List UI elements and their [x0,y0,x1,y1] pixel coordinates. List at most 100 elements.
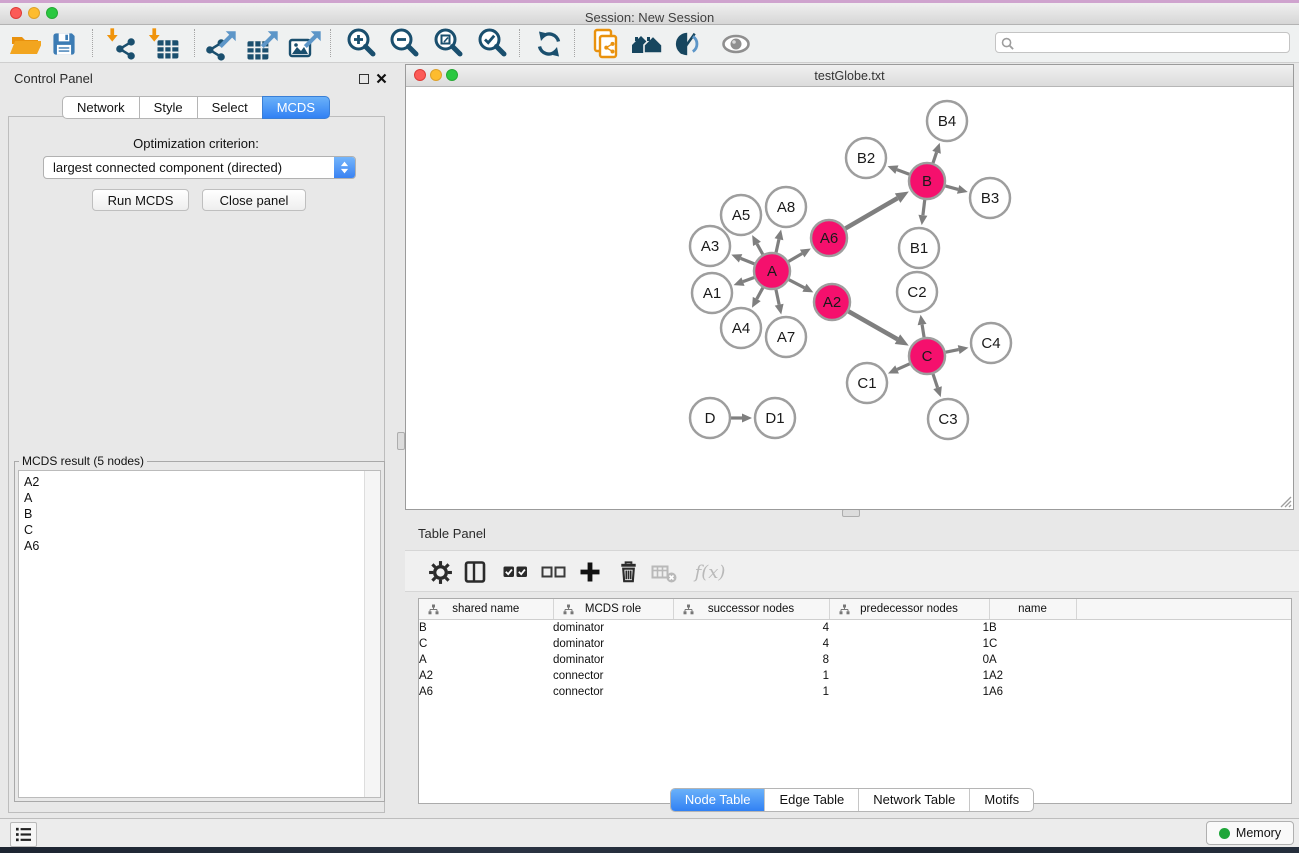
export-network-button[interactable] [202,28,236,60]
search-input[interactable] [1016,34,1288,53]
function-builder-button[interactable]: f(x) [690,558,730,586]
control-tab-select[interactable]: Select [197,96,263,119]
table-row[interactable]: Bdominator41B [419,620,1292,637]
table-cell: C [989,636,1076,652]
close-panel-icon[interactable] [376,73,387,84]
mcds-result-item[interactable]: A2 [19,474,364,490]
table-row[interactable]: Adominator80A [419,652,1292,668]
graph-node-label: A7 [777,329,795,346]
edge-arrowhead-icon [775,304,784,315]
edge-arrowhead-icon [734,277,745,285]
mcds-result-item[interactable]: A6 [19,538,364,554]
list-icon [15,827,32,842]
criterion-dropdown[interactable]: largest connected component (directed) [43,156,356,179]
column-header-MCDS-role[interactable]: MCDS role [553,599,673,620]
tab-motifs[interactable]: Motifs [969,789,1033,811]
graph-edge[interactable] [946,350,959,353]
delete-table-button[interactable] [650,558,678,586]
open-session-button[interactable] [8,28,42,60]
edge-arrowhead-icon [958,345,969,354]
toolbar-separator [519,29,520,57]
graph-edge[interactable] [923,200,925,215]
graph-edge[interactable] [897,170,909,175]
control-tab-mcds[interactable]: MCDS [262,96,330,119]
graph-edge[interactable] [757,288,763,299]
graph-edge[interactable] [845,198,897,228]
vertical-splitter-handle[interactable] [397,432,405,450]
column-header-predecessor-nodes[interactable]: predecessor nodes [829,599,989,620]
float-panel-icon[interactable] [359,74,369,84]
graph-edge[interactable] [776,290,779,305]
table-cell: 1 [829,684,989,700]
search-field[interactable] [995,32,1290,53]
graph-edge[interactable] [945,186,958,189]
graph-edge[interactable] [741,258,755,264]
delete-column-button[interactable] [614,558,642,586]
graph-edge[interactable] [789,280,805,288]
table-row[interactable]: A6connector11A6 [419,684,1292,700]
table-cell: connector [553,684,673,700]
home-button[interactable] [630,28,664,60]
control-tab-network[interactable]: Network [62,96,140,119]
function-builder-icon: f(x) [695,562,726,583]
control-tab-style[interactable]: Style [139,96,198,119]
graph-edge[interactable] [788,254,802,262]
column-header-successor-nodes[interactable]: successor nodes [673,599,829,620]
table-cell: dominator [553,620,673,637]
column-header-shared-name[interactable]: shared name [419,599,553,620]
show-columns-button[interactable] [461,558,489,586]
graphics-details-button[interactable] [673,28,707,60]
task-history-button[interactable] [10,822,37,847]
scrollbar-track[interactable] [364,471,380,797]
graph-edge[interactable] [933,152,937,163]
mcds-result-item[interactable]: B [19,506,364,522]
resize-grip-icon[interactable] [1279,495,1292,508]
select-all-button[interactable] [501,558,529,586]
tab-network-table[interactable]: Network Table [858,789,969,811]
table-row[interactable]: Cdominator41C [419,636,1292,652]
graph-node-label: A1 [703,285,721,302]
zoom-out-button[interactable] [388,28,422,60]
node-table[interactable]: shared nameMCDS rolesuccessor nodesprede… [418,598,1292,804]
mcds-result-list[interactable]: A2ABCA6 [18,470,381,798]
edge-arrowhead-icon [918,315,927,326]
network-canvas[interactable]: AA1A2A3A4A5A6A7A8BB1B2B3B4CC1C2C3C4DD1 [406,87,1293,509]
tab-node-table[interactable]: Node Table [671,789,765,811]
graph-edge[interactable] [933,374,938,388]
graph-edge[interactable] [776,239,779,252]
column-header-name[interactable]: name [989,599,1076,620]
clone-network-button[interactable] [589,28,623,60]
graph-edge[interactable] [757,244,763,255]
deselect-all-button[interactable] [539,558,567,586]
mcds-result-item[interactable]: C [19,522,364,538]
run-mcds-button[interactable]: Run MCDS [92,189,189,211]
import-table-button[interactable] [146,28,180,60]
save-session-button[interactable] [47,28,81,60]
tab-edge-table[interactable]: Edge Table [764,789,858,811]
graph-edge[interactable] [922,325,924,338]
refresh-button[interactable] [532,28,566,60]
import-network-button[interactable] [104,28,138,60]
memory-button[interactable]: Memory [1206,821,1294,845]
export-image-button[interactable] [287,28,321,60]
table-cell: 1 [673,684,829,700]
graph-node-label: A [767,263,777,280]
export-table-button[interactable] [244,28,278,60]
table-row[interactable]: A2connector11A2 [419,668,1292,684]
graph-edge[interactable] [849,311,898,339]
graph-edge[interactable] [897,364,910,370]
graph-edge[interactable] [743,278,754,282]
zoom-selected-button[interactable] [476,28,510,60]
graph-node-label: C2 [907,284,926,301]
close-panel-button[interactable]: Close panel [202,189,306,211]
mcds-result-item[interactable]: A [19,490,364,506]
horizontal-splitter-handle[interactable] [842,509,860,517]
export-network-icon [202,27,236,61]
mcds-result-box: MCDS result (5 nodes) A2ABCA6 [14,454,385,802]
table-cell-filler [1076,636,1292,652]
add-column-button[interactable] [576,558,604,586]
show-hide-button[interactable] [719,28,753,60]
zoom-in-button[interactable] [345,28,379,60]
zoom-fit-button[interactable] [432,28,466,60]
table-settings-button[interactable] [426,558,454,586]
